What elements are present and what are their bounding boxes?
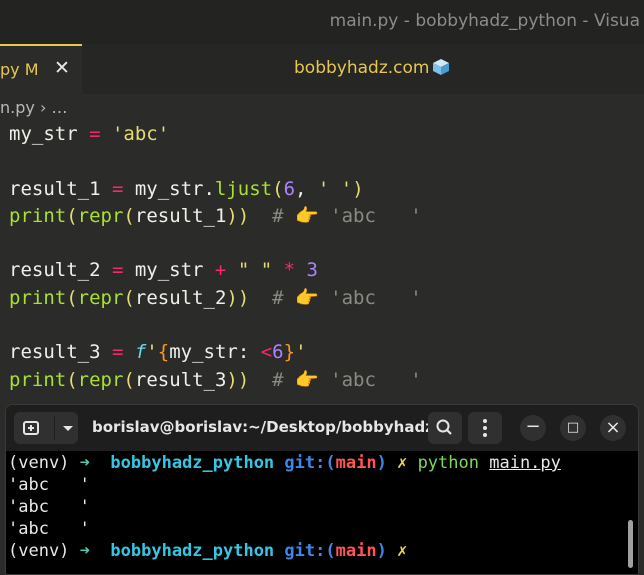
editor-tab-bar: py M ✕ bobbyhadz.com [0,44,644,94]
terminal-prompt-line: (venv) ➜ bobbyhadz_python git:(main) ✗ p… [8,453,561,473]
banner-text: bobbyhadz.com [294,58,430,78]
arrow-icon: ➜ [79,453,90,473]
code-line-3: result_1 = my_str.ljust(6, ' ') [9,177,364,200]
search-icon [436,419,452,435]
new-tab-icon[interactable] [22,419,42,437]
minimize-button[interactable]: − [520,415,546,441]
pointing-hand-icon: 👉 [295,368,319,391]
window-title: main.py - bobbyhadz_python - Visua [329,11,640,31]
code-editor[interactable]: my_str = 'abc' result_1 = my_str.ljust(6… [9,121,422,394]
code-line-9: result_3 = f'{my_str: <6}' [9,341,307,364]
pointing-hand-icon: 👉 [295,286,319,309]
new-tab-split-button[interactable] [14,412,78,444]
code-line-6: result_2 = my_str + " " * 3 [9,259,318,282]
chevron-down-icon[interactable] [60,420,76,436]
close-icon[interactable]: ✕ [52,57,72,79]
code-line-1: my_str = 'abc' [9,123,170,145]
split-divider [54,416,55,440]
maximize-button[interactable]: □ [560,415,586,441]
terminal-prompt-line: (venv) ➜ bobbyhadz_python git:(main) ✗ [8,541,408,561]
menu-button[interactable] [468,412,502,444]
arrow-icon: ➜ [79,541,90,561]
site-banner: bobbyhadz.com [294,58,450,78]
cube-icon [433,59,450,75]
breadcrumb-more[interactable]: … [51,98,67,117]
tab-main-py[interactable]: py M ✕ [0,44,82,94]
terminal-output[interactable]: (venv) ➜ bobbyhadz_python git:(main) ✗ p… [8,452,561,562]
terminal-scrollbar[interactable] [628,520,633,568]
search-button[interactable] [428,412,462,444]
pointing-hand-icon: 👉 [295,204,319,227]
code-line-10: print(repr(result_3)) # 👉 'abc ' [9,368,422,391]
breadcrumb-file[interactable]: n.py [0,98,35,117]
close-button[interactable]: × [600,415,626,441]
dirty-icon: ✗ [397,453,408,473]
tab-label: py M [0,60,39,79]
kebab-menu-icon [483,419,487,437]
terminal-output-line: 'abc ' [8,475,90,495]
code-line-4: print(repr(result_1)) # 👉 'abc ' [9,204,422,227]
terminal-window[interactable]: borislav@borislav:~/Desktop/bobbyhadz_..… [5,404,639,575]
dirty-icon: ✗ [397,541,408,561]
terminal-output-line: 'abc ' [8,497,90,517]
terminal-header: borislav@borislav:~/Desktop/bobbyhadz_..… [6,405,638,451]
breadcrumb: n.py › … [0,98,67,117]
chevron-right-icon: › [39,98,47,117]
terminal-output-line: 'abc ' [8,519,90,539]
window-titlebar: main.py - bobbyhadz_python - Visua [0,0,644,44]
code-line-7: print(repr(result_2)) # 👉 'abc ' [9,286,422,309]
terminal-title: borislav@borislav:~/Desktop/bobbyhadz_..… [92,418,459,436]
